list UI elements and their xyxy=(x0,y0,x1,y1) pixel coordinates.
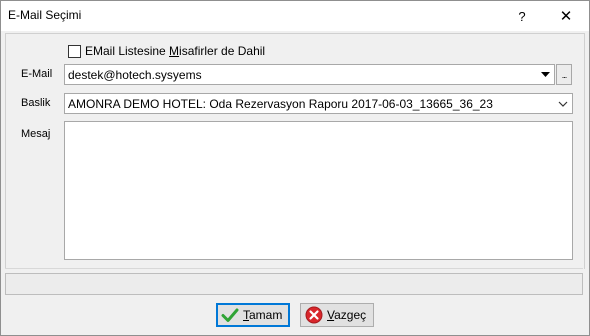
subject-value: AMONRA DEMO HOTEL: Oda Rezervasyon Rapor… xyxy=(68,97,493,111)
subject-dropdown-button[interactable] xyxy=(555,95,571,112)
close-icon: ✕ xyxy=(559,8,573,25)
email-value: destek@hotech.sysyems xyxy=(68,68,202,82)
subject-label: Baslik xyxy=(21,97,51,109)
email-dropdown-button[interactable] xyxy=(538,65,553,84)
cancel-button-label: Vazgeç xyxy=(327,308,366,322)
close-button[interactable]: ✕ xyxy=(543,1,589,31)
message-textarea[interactable] xyxy=(64,121,573,260)
email-browse-button[interactable]: ... xyxy=(556,64,572,85)
include-guests-label[interactable]: EMail Listesine Misafirler de Dahil xyxy=(85,44,265,58)
checkmark-icon xyxy=(221,308,239,322)
email-combobox[interactable]: destek@hotech.sysyems xyxy=(64,64,555,85)
help-button[interactable]: ? xyxy=(499,1,545,31)
status-bar xyxy=(5,273,583,295)
message-label: Mesaj xyxy=(21,128,51,140)
include-guests-label-pre: EMail Listesine xyxy=(85,44,170,58)
dropdown-arrow-icon xyxy=(541,72,550,77)
chevron-down-icon xyxy=(558,101,568,107)
ok-rest: amam xyxy=(249,308,283,322)
cancel-icon xyxy=(305,306,323,324)
help-icon: ? xyxy=(518,8,526,24)
include-guests-checkbox[interactable] xyxy=(68,45,81,58)
subject-combobox[interactable]: AMONRA DEMO HOTEL: Oda Rezervasyon Rapor… xyxy=(64,93,573,114)
cancel-button[interactable]: Vazgeç xyxy=(300,303,374,327)
divider xyxy=(5,268,583,269)
include-guests-label-post: isafirler de Dahil xyxy=(179,44,266,58)
ok-button-label: Tamam xyxy=(243,308,282,322)
email-label: E-Mail xyxy=(21,68,53,80)
ok-button[interactable]: Tamam xyxy=(216,303,290,327)
title-bar: E-Mail Seçimi ? ✕ xyxy=(1,1,589,31)
include-guests-label-accel: M xyxy=(169,44,180,58)
cancel-rest: azgeç xyxy=(334,308,367,322)
window-title: E-Mail Seçimi xyxy=(8,8,82,22)
ellipsis-icon: ... xyxy=(561,69,567,80)
